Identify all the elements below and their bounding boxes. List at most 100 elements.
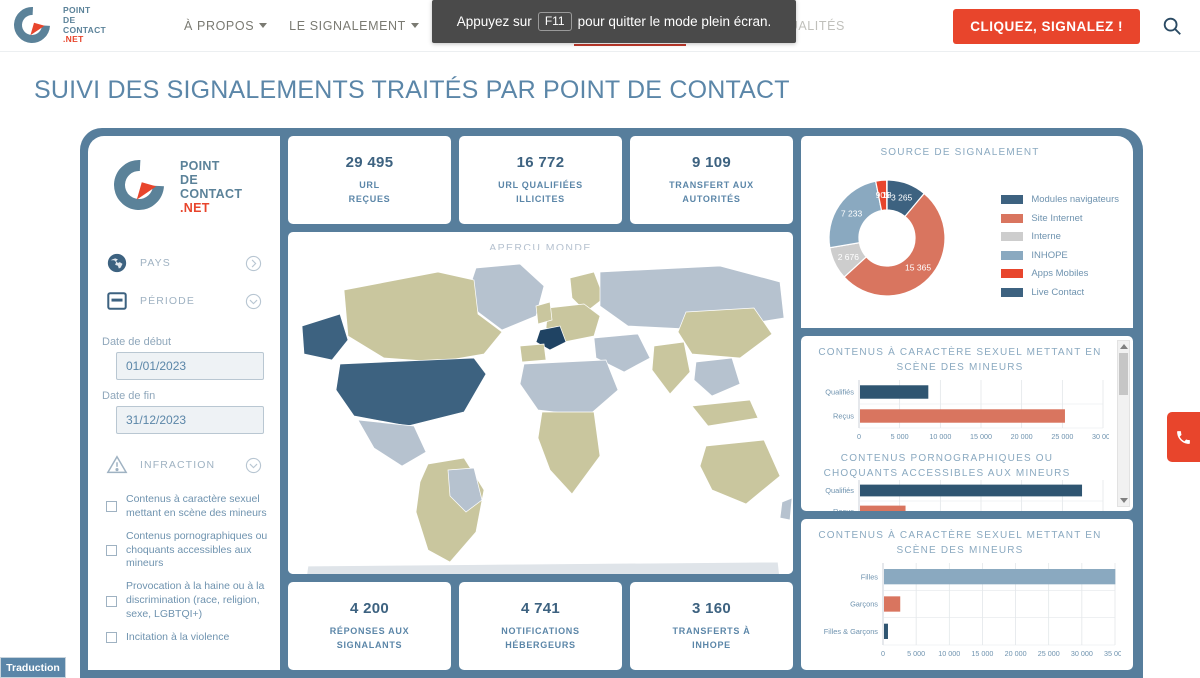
x-axis-tick-label: 0 [857, 432, 861, 441]
filter-periode[interactable]: PÉRIODE [100, 282, 268, 320]
legend-item[interactable]: Apps Mobiles [1001, 268, 1119, 279]
chevron-down-icon[interactable] [245, 293, 262, 310]
porn-minors-bar-chart[interactable]: Qualifiés Reçus [809, 478, 1109, 511]
legend-item[interactable]: Modules navigateurs [1001, 194, 1119, 205]
kpi-label: RÉPONSES AUX SIGNALANTS [330, 625, 410, 652]
date-start-input[interactable] [116, 352, 264, 380]
bar-category-label: Reçus [833, 412, 854, 421]
legend-label: INHOPE [1031, 249, 1068, 261]
checkbox-row[interactable]: Provocation à la haine ou à la discrimin… [106, 580, 268, 622]
kpi-label: TRANSFERT AUX AUTORITÉS [669, 179, 754, 206]
checkbox-row[interactable]: Incitation à la violence [106, 631, 268, 645]
scrollbar-thumb[interactable] [1119, 353, 1128, 395]
checkbox-label: Contenus à caractère sexuel mettant en s… [126, 493, 267, 519]
world-map-panel[interactable]: APERÇU MONDE [288, 232, 793, 574]
legend-label: Apps Mobiles [1031, 268, 1089, 279]
legend-item[interactable]: INHOPE [1001, 250, 1119, 261]
site-logo[interactable]: POINT DE CONTACT .NET [6, 0, 106, 50]
warning-icon [106, 454, 128, 476]
nav-label: LE SIGNALEMENT [289, 18, 406, 33]
gender-bar-chart[interactable]: 0 5 000 10 000 15 000 20 000 25 000 30 000 35 0… [811, 561, 1121, 661]
x-axis-tick-label: 30 000 [1092, 432, 1109, 441]
bar[interactable] [860, 484, 1083, 497]
logo-wordmark: POINT DE CONTACT .NET [63, 5, 106, 45]
x-axis-tick-label: 35 000 [1104, 649, 1121, 658]
donut-slice-label: 15 365 [905, 263, 931, 273]
bar-category-label: Qualifiés [825, 388, 854, 397]
bar[interactable] [860, 385, 929, 399]
toast-key-f11: F11 [537, 11, 572, 32]
bar[interactable] [884, 623, 888, 639]
signaler-cta-button[interactable]: CLIQUEZ, SIGNALEZ ! [953, 9, 1140, 44]
kpi-value: 4 200 [349, 600, 390, 617]
source-donut-chart[interactable]: 3 26515 3652 6767 23390518 [807, 164, 987, 314]
scrollable-bar-charts-panel[interactable]: CONTENUS À CARACTÈRE SEXUEL METTANT EN S… [801, 336, 1133, 511]
checkbox-label: Provocation à la haine ou à la discrimin… [126, 580, 265, 621]
filter-pays[interactable]: PAYS [100, 244, 268, 282]
kpi-label: TRANSFERTS À INHOPE [673, 625, 751, 652]
logo-line-4: .NET [63, 34, 84, 45]
kpi-row-top: 29 495 URL REÇUES 16 772 URL QUALIFIÉES … [288, 136, 793, 224]
x-axis-tick-label: 10 000 [938, 649, 960, 658]
date-end-input[interactable] [116, 406, 264, 434]
x-axis-tick-label: 0 [881, 649, 885, 658]
filter-label: PÉRIODE [140, 295, 195, 307]
scroll-down-arrow-icon[interactable] [1120, 498, 1128, 503]
legend-label: Site Internet [1031, 212, 1083, 224]
toast-text-after: pour quitter le mode plein écran. [577, 14, 772, 29]
toast-text-before: Appuyez sur [456, 14, 532, 29]
phone-contact-fab[interactable] [1167, 412, 1200, 462]
legend-item[interactable]: Interne [1001, 231, 1119, 242]
checkbox-input[interactable] [106, 501, 117, 513]
legend-item[interactable]: Live Contact [1001, 287, 1119, 298]
kpi-label-line2: HÉBERGEURS [505, 639, 576, 650]
donut-slice-label: 3 265 [891, 193, 913, 203]
legend-swatch [1001, 213, 1024, 223]
center-column: 29 495 URL REÇUES 16 772 URL QUALIFIÉES … [288, 136, 793, 670]
legend-swatch [1001, 269, 1024, 278]
donut-chart-title: SOURCE DE SIGNALEMENT [880, 147, 1040, 158]
checkbox-input[interactable] [106, 545, 117, 556]
gender-breakdown-panel: CONTENUS À CARACTÈRE SEXUEL METTANT EN S… [801, 519, 1133, 670]
chevron-down-icon [259, 23, 268, 28]
legend-item[interactable]: Site Internet [1001, 213, 1119, 224]
kpi-value: 9 109 [691, 154, 732, 171]
bar-category-label: Filles [861, 572, 879, 581]
logo-mark-icon [103, 149, 175, 221]
donut-slice-label: 7 233 [841, 209, 863, 219]
legend-swatch [1001, 287, 1024, 297]
chevron-down-icon[interactable] [245, 457, 262, 474]
translate-widget[interactable]: Traduction [0, 657, 66, 678]
chevron-right-icon[interactable] [245, 255, 262, 272]
nav-item-le-signalement[interactable]: LE SIGNALEMENT [289, 19, 419, 33]
checkbox-label: Incitation à la violence [126, 630, 230, 643]
right-column: SOURCE DE SIGNALEMENT 3 265 15 365 2 676 7 … [801, 136, 1133, 670]
scroll-up-arrow-icon[interactable] [1120, 344, 1128, 349]
bar[interactable] [884, 596, 901, 612]
world-map-svg[interactable] [288, 250, 793, 574]
checkbox-label: Contenus pornographiques ou choquants ac… [126, 529, 268, 570]
x-axis-tick-label: 25 000 [1038, 649, 1060, 658]
search-icon[interactable] [1161, 15, 1183, 37]
bar[interactable] [884, 569, 1116, 585]
bar[interactable] [860, 409, 1065, 423]
checkbox-input[interactable] [106, 595, 117, 607]
kpi-label-line2: AUTORITÉS [682, 193, 741, 204]
kpi-card: 29 495 URL REÇUES [288, 136, 451, 224]
legend-swatch [1001, 195, 1024, 204]
page-title: SUIVI DES SIGNALEMENTS TRAITÉS PAR POINT… [34, 76, 790, 104]
checkbox-row[interactable]: Contenus à caractère sexuel mettant en s… [106, 493, 268, 521]
csam-qualified-bar-chart[interactable]: 0 5 000 10 000 15 000 20 000 25 000 30 000 Qual… [809, 378, 1109, 444]
checkbox-row[interactable]: Contenus pornographiques ou choquants ac… [106, 530, 268, 572]
legend-label: Live Contact [1031, 286, 1085, 298]
nav-item-a-propos[interactable]: À PROPOS [184, 19, 268, 33]
bar[interactable] [860, 505, 906, 511]
checkbox-input[interactable] [106, 632, 117, 644]
panel-scrollbar[interactable] [1117, 340, 1130, 507]
bar-category-label: Garçons [850, 600, 878, 609]
phone-icon [1177, 430, 1190, 444]
bar-category-label: Qualifiés [825, 486, 854, 495]
kpi-card: 16 772 URL QUALIFIÉES ILLICITES [459, 136, 622, 224]
filter-infraction[interactable]: INFRACTION [100, 446, 268, 484]
kpi-label-line2: INHOPE [692, 639, 731, 650]
